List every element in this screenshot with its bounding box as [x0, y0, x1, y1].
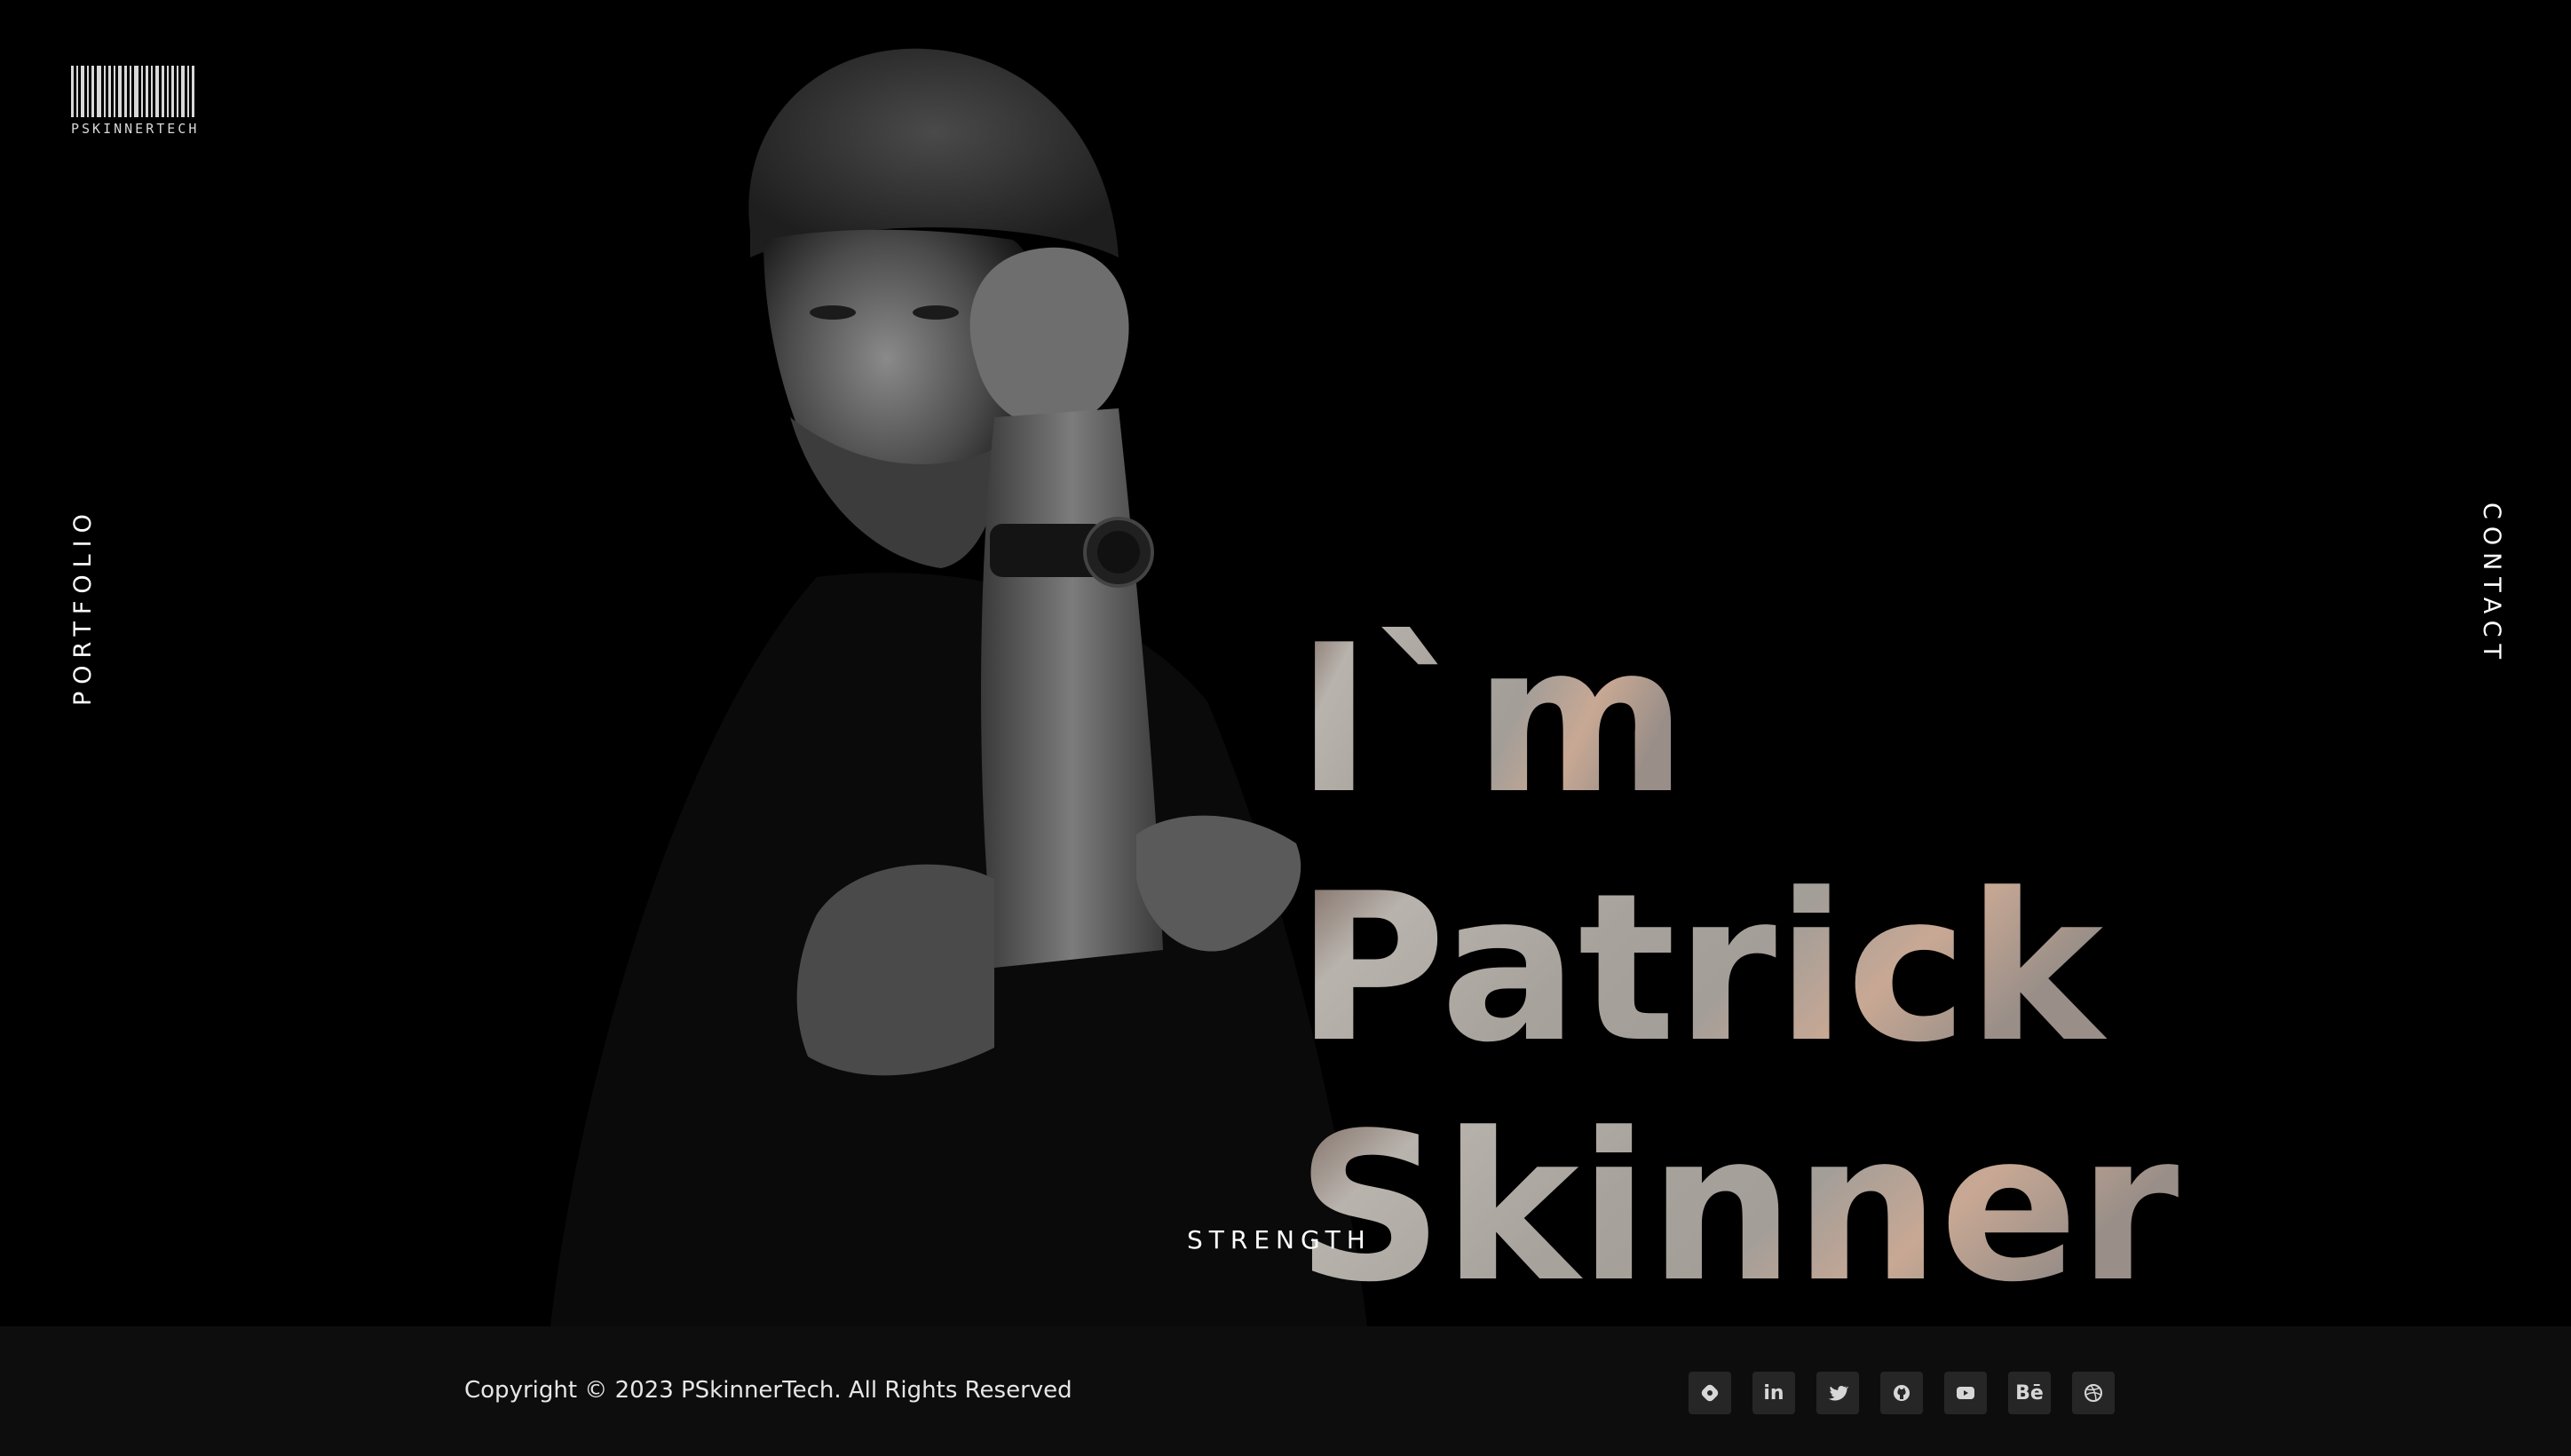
nav-contact-link[interactable]: CONTACT — [2478, 502, 2505, 666]
dribbble-icon[interactable] — [2072, 1372, 2115, 1414]
hero-heading: I`m Patrick Skinner — [1296, 604, 2179, 1314]
behance-icon[interactable]: Bē — [2008, 1372, 2051, 1414]
hero-line-first-name: Patrick — [1296, 851, 2108, 1088]
github-icon[interactable] — [1880, 1372, 1923, 1414]
brand-logo[interactable]: PSKINNERTECH — [71, 66, 218, 142]
linkedin-icon[interactable]: in — [1752, 1372, 1795, 1414]
youtube-icon[interactable] — [1944, 1372, 1987, 1414]
hero-line-im: I`m — [1296, 604, 1687, 839]
hero-tagline: STRENGTH — [1187, 1225, 1372, 1254]
hero-section: PSKINNERTECH PORTFOLIO CONTACT I`m Patri… — [0, 0, 2571, 1326]
barcode-icon — [71, 66, 218, 117]
social-links: in Bē — [1689, 1372, 2115, 1414]
hero-line-last-name: Skinner — [1296, 1090, 2179, 1314]
hashnode-icon[interactable] — [1689, 1372, 1731, 1414]
footer: Copyright © 2023 PSkinnerTech. All Right… — [0, 1326, 2571, 1456]
copyright-text: Copyright © 2023 PSkinnerTech. All Right… — [464, 1377, 1072, 1404]
twitter-icon[interactable] — [1816, 1372, 1859, 1414]
logo-text: PSKINNERTECH — [71, 121, 200, 137]
nav-portfolio-link[interactable]: PORTFOLIO — [69, 507, 97, 706]
